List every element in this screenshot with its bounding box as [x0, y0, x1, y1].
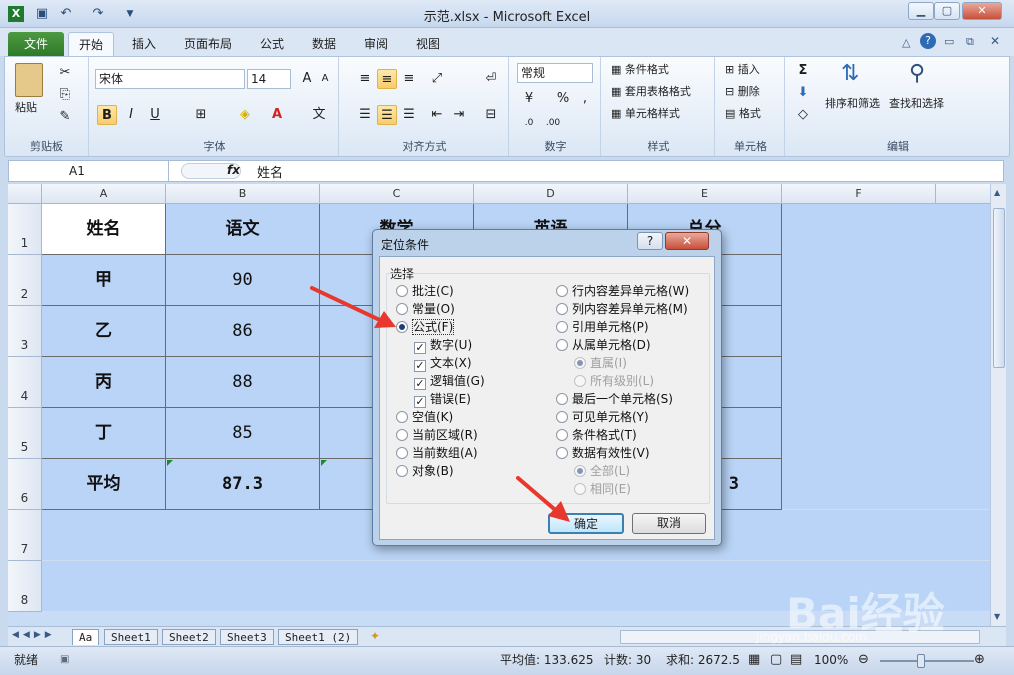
arrow-to-formulas: [310, 286, 396, 328]
annotation-arrows: [310, 286, 570, 522]
arrow-to-ok: [516, 476, 570, 522]
